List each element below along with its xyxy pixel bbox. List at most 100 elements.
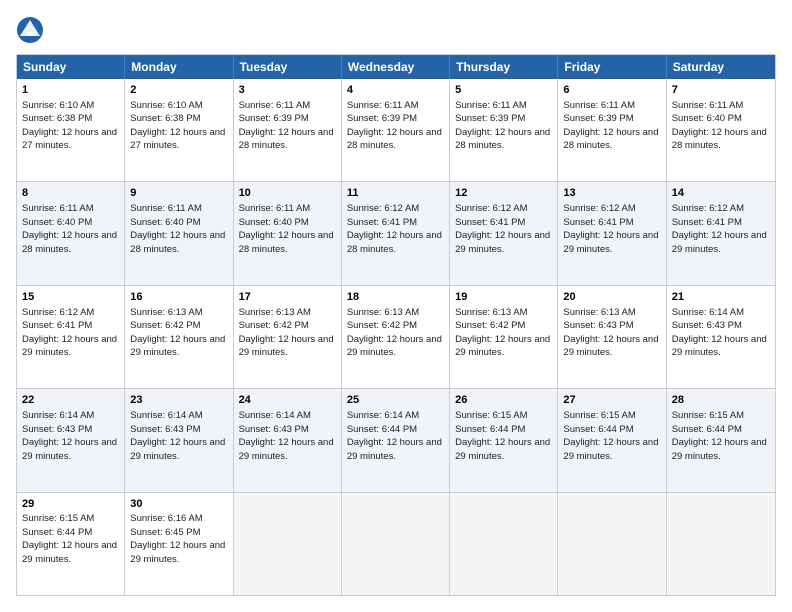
day-number: 12	[455, 186, 552, 201]
empty-cell	[234, 493, 342, 595]
cell-info: Sunrise: 6:15 AMSunset: 6:44 PMDaylight:…	[563, 410, 658, 462]
day-cell-14: 14 Sunrise: 6:12 AMSunset: 6:41 PMDayligh…	[667, 182, 775, 284]
cell-info: Sunrise: 6:13 AMSunset: 6:43 PMDaylight:…	[563, 307, 658, 359]
calendar-row-0: 1 Sunrise: 6:10 AMSunset: 6:38 PMDaylight…	[17, 79, 775, 181]
header-day-saturday: Saturday	[667, 55, 775, 79]
day-cell-3: 3Sunrise: 6:11 AMSunset: 6:39 PMDaylight…	[234, 79, 342, 181]
calendar: SundayMondayTuesdayWednesdayThursdayFrid…	[16, 54, 776, 596]
day-number: 13	[563, 186, 660, 201]
cell-info: Sunrise: 6:12 AMSunset: 6:41 PMDaylight:…	[455, 203, 550, 255]
day-cell-18: 18 Sunrise: 6:13 AMSunset: 6:42 PMDayligh…	[342, 286, 450, 388]
calendar-row-4: 29Sunrise: 6:15 AMSunset: 6:44 PMDayligh…	[17, 492, 775, 595]
header-day-thursday: Thursday	[450, 55, 558, 79]
cell-info: Sunrise: 6:10 AMSunset: 6:38 PMDaylight:…	[22, 100, 117, 152]
empty-cell	[342, 493, 450, 595]
cell-info: Sunrise: 6:11 AMSunset: 6:40 PMDaylight:…	[672, 100, 767, 152]
day-cell-16: 16 Sunrise: 6:13 AMSunset: 6:42 PMDayligh…	[125, 286, 233, 388]
day-cell-19: 19 Sunrise: 6:13 AMSunset: 6:42 PMDayligh…	[450, 286, 558, 388]
day-number: 22	[22, 393, 119, 408]
day-number: 8	[22, 186, 119, 201]
day-cell-26: 26Sunrise: 6:15 AMSunset: 6:44 PMDayligh…	[450, 389, 558, 491]
cell-info: Sunrise: 6:12 AMSunset: 6:41 PMDaylight:…	[563, 203, 658, 255]
cell-info: Sunrise: 6:16 AMSunset: 6:45 PMDaylight:…	[130, 513, 225, 565]
cell-info: Sunrise: 6:11 AMSunset: 6:40 PMDaylight:…	[130, 203, 225, 255]
cell-info: Sunrise: 6:15 AMSunset: 6:44 PMDaylight:…	[672, 410, 767, 462]
day-number: 28	[672, 393, 770, 408]
cell-info: Sunrise: 6:14 AMSunset: 6:43 PMDaylight:…	[22, 410, 117, 462]
day-cell-25: 25 Sunrise: 6:14 AMSunset: 6:44 PMDayligh…	[342, 389, 450, 491]
day-number: 5	[455, 83, 552, 98]
day-cell-7: 7Sunrise: 6:11 AMSunset: 6:40 PMDaylight…	[667, 79, 775, 181]
header	[16, 16, 776, 44]
cell-info: Sunrise: 6:11 AMSunset: 6:39 PMDaylight:…	[455, 100, 550, 152]
day-number: 1	[22, 83, 119, 98]
day-cell-28: 28 Sunrise: 6:15 AMSunset: 6:44 PMDayligh…	[667, 389, 775, 491]
day-cell-30: 30Sunrise: 6:16 AMSunset: 6:45 PMDayligh…	[125, 493, 233, 595]
header-day-monday: Monday	[125, 55, 233, 79]
cell-info: Sunrise: 6:11 AMSunset: 6:39 PMDaylight:…	[563, 100, 658, 152]
day-cell-4: 4 Sunrise: 6:11 AMSunset: 6:39 PMDaylight…	[342, 79, 450, 181]
day-number: 18	[347, 290, 444, 305]
day-cell-13: 13 Sunrise: 6:12 AMSunset: 6:41 PMDayligh…	[558, 182, 666, 284]
page: SundayMondayTuesdayWednesdayThursdayFrid…	[0, 0, 792, 612]
day-cell-24: 24 Sunrise: 6:14 AMSunset: 6:43 PMDayligh…	[234, 389, 342, 491]
day-number: 19	[455, 290, 552, 305]
cell-info: Sunrise: 6:13 AMSunset: 6:42 PMDaylight:…	[455, 307, 550, 359]
cell-info: Sunrise: 6:12 AMSunset: 6:41 PMDaylight:…	[22, 307, 117, 359]
day-cell-27: 27 Sunrise: 6:15 AMSunset: 6:44 PMDayligh…	[558, 389, 666, 491]
day-number: 11	[347, 186, 444, 201]
day-cell-15: 15 Sunrise: 6:12 AMSunset: 6:41 PMDayligh…	[17, 286, 125, 388]
cell-info: Sunrise: 6:11 AMSunset: 6:40 PMDaylight:…	[239, 203, 334, 255]
empty-cell	[667, 493, 775, 595]
day-cell-2: 2Sunrise: 6:10 AMSunset: 6:38 PMDaylight…	[125, 79, 233, 181]
day-cell-12: 12 Sunrise: 6:12 AMSunset: 6:41 PMDayligh…	[450, 182, 558, 284]
day-number: 17	[239, 290, 336, 305]
day-number: 27	[563, 393, 660, 408]
calendar-row-2: 15 Sunrise: 6:12 AMSunset: 6:41 PMDayligh…	[17, 285, 775, 388]
day-number: 2	[130, 83, 227, 98]
calendar-row-1: 8 Sunrise: 6:11 AMSunset: 6:40 PMDaylight…	[17, 181, 775, 284]
cell-info: Sunrise: 6:13 AMSunset: 6:42 PMDaylight:…	[239, 307, 334, 359]
cell-info: Sunrise: 6:11 AMSunset: 6:39 PMDaylight:…	[347, 100, 442, 152]
day-cell-22: 22 Sunrise: 6:14 AMSunset: 6:43 PMDayligh…	[17, 389, 125, 491]
day-number: 15	[22, 290, 119, 305]
day-number: 29	[22, 497, 119, 512]
cell-info: Sunrise: 6:14 AMSunset: 6:43 PMDaylight:…	[672, 307, 767, 359]
day-number: 25	[347, 393, 444, 408]
day-cell-21: 21Sunrise: 6:14 AMSunset: 6:43 PMDayligh…	[667, 286, 775, 388]
header-day-wednesday: Wednesday	[342, 55, 450, 79]
day-cell-23: 23 Sunrise: 6:14 AMSunset: 6:43 PMDayligh…	[125, 389, 233, 491]
logo	[16, 16, 50, 44]
cell-info: Sunrise: 6:12 AMSunset: 6:41 PMDaylight:…	[672, 203, 767, 255]
day-cell-29: 29Sunrise: 6:15 AMSunset: 6:44 PMDayligh…	[17, 493, 125, 595]
day-number: 24	[239, 393, 336, 408]
day-number: 10	[239, 186, 336, 201]
header-day-tuesday: Tuesday	[234, 55, 342, 79]
cell-info: Sunrise: 6:12 AMSunset: 6:41 PMDaylight:…	[347, 203, 442, 255]
day-cell-20: 20 Sunrise: 6:13 AMSunset: 6:43 PMDayligh…	[558, 286, 666, 388]
logo-icon	[16, 16, 44, 44]
day-number: 23	[130, 393, 227, 408]
cell-info: Sunrise: 6:13 AMSunset: 6:42 PMDaylight:…	[347, 307, 442, 359]
calendar-row-3: 22 Sunrise: 6:14 AMSunset: 6:43 PMDayligh…	[17, 388, 775, 491]
day-number: 20	[563, 290, 660, 305]
empty-cell	[450, 493, 558, 595]
cell-info: Sunrise: 6:15 AMSunset: 6:44 PMDaylight:…	[22, 513, 117, 565]
cell-info: Sunrise: 6:14 AMSunset: 6:44 PMDaylight:…	[347, 410, 442, 462]
header-day-friday: Friday	[558, 55, 666, 79]
day-cell-10: 10 Sunrise: 6:11 AMSunset: 6:40 PMDayligh…	[234, 182, 342, 284]
day-number: 16	[130, 290, 227, 305]
day-cell-8: 8 Sunrise: 6:11 AMSunset: 6:40 PMDaylight…	[17, 182, 125, 284]
day-cell-6: 6Sunrise: 6:11 AMSunset: 6:39 PMDaylight…	[558, 79, 666, 181]
day-cell-1: 1 Sunrise: 6:10 AMSunset: 6:38 PMDaylight…	[17, 79, 125, 181]
calendar-header: SundayMondayTuesdayWednesdayThursdayFrid…	[17, 55, 775, 79]
cell-info: Sunrise: 6:13 AMSunset: 6:42 PMDaylight:…	[130, 307, 225, 359]
day-number: 26	[455, 393, 552, 408]
cell-info: Sunrise: 6:14 AMSunset: 6:43 PMDaylight:…	[239, 410, 334, 462]
cell-info: Sunrise: 6:14 AMSunset: 6:43 PMDaylight:…	[130, 410, 225, 462]
day-cell-11: 11 Sunrise: 6:12 AMSunset: 6:41 PMDayligh…	[342, 182, 450, 284]
cell-info: Sunrise: 6:11 AMSunset: 6:40 PMDaylight:…	[22, 203, 117, 255]
day-number: 14	[672, 186, 770, 201]
day-number: 4	[347, 83, 444, 98]
calendar-body: 1 Sunrise: 6:10 AMSunset: 6:38 PMDaylight…	[17, 79, 775, 595]
